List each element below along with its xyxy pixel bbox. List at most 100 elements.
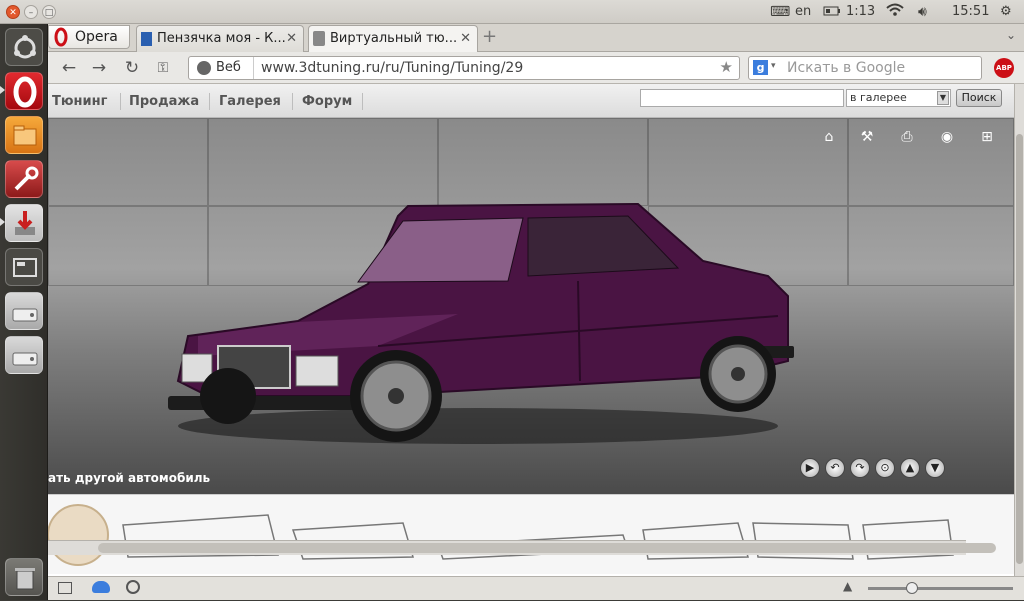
key-icon[interactable]: ⚿ — [152, 57, 174, 79]
browser-window: Opera Пензячка моя - К... ✕ Виртуальный … — [48, 24, 1024, 600]
car-stage[interactable]: ⌂ ⚒ ⎙ ◉ ⊞ ать другой автомобиль ▶ ↶ ↷ ⊙ … — [48, 118, 1014, 494]
vertical-scrollbar[interactable] — [1014, 84, 1024, 588]
search-engine-dropdown-icon[interactable]: ▾ — [771, 61, 776, 71]
play-icon[interactable]: ▶ — [800, 458, 820, 478]
battery-icon[interactable] — [823, 0, 841, 24]
wall-panel — [208, 118, 438, 206]
cloud-sync-icon[interactable] — [92, 581, 110, 593]
system-settings-icon[interactable] — [5, 160, 43, 198]
nav-link-sale[interactable]: Продажа — [129, 94, 199, 109]
tab-title: Пензячка моя - К... — [157, 31, 286, 46]
nav-divider — [120, 93, 121, 110]
files-folder-icon[interactable] — [5, 116, 43, 154]
bookmark-star-icon[interactable]: ★ — [720, 58, 733, 76]
wall-panel — [48, 118, 208, 206]
speed-dial-icon[interactable] — [126, 580, 140, 594]
zoom-slider-thumb[interactable] — [905, 582, 918, 594]
horizontal-scrollbar[interactable] — [48, 540, 996, 555]
tab-bar: Opera Пензячка моя - К... ✕ Виртуальный … — [48, 24, 1024, 52]
nav-link-tuning[interactable]: Тюнинг — [52, 94, 107, 109]
navigation-bar: ← → ↻ ⚿ Веб www.3dtuning.ru/ru/Tuning/Tu… — [48, 52, 1024, 84]
horizontal-scrollbar-thumb[interactable] — [98, 543, 996, 553]
camera-icon[interactable]: ◉ — [936, 128, 958, 146]
opera-launcher-icon[interactable] — [5, 72, 43, 110]
wheel-part-thumbnail — [48, 504, 109, 566]
new-tab-plus-icon[interactable]: + — [482, 26, 497, 47]
search-scope-value: в галерее — [850, 91, 907, 104]
tab-title: Виртуальный тю... — [330, 31, 458, 46]
status-bar: ▲ — [48, 576, 1024, 600]
volume-icon[interactable]: 🔊︎ — [918, 0, 927, 24]
window-close-button[interactable]: ✕ — [6, 5, 20, 19]
nav-link-forum[interactable]: Форум — [302, 94, 352, 109]
address-bar[interactable]: Веб www.3dtuning.ru/ru/Tuning/Tuning/29 … — [188, 56, 740, 80]
vertical-scrollbar-thumb[interactable] — [1016, 134, 1023, 564]
panel-toggle-icon[interactable] — [58, 582, 72, 594]
opera-logo-icon — [54, 27, 68, 47]
parts-strip — [48, 494, 1014, 574]
dash-home-icon[interactable] — [5, 28, 43, 66]
clock[interactable]: 15:51 — [952, 0, 989, 24]
rotate-left-icon[interactable]: ↶ — [825, 458, 845, 478]
tab-close-icon[interactable]: ✕ — [286, 26, 297, 51]
home-icon[interactable]: ⌂ — [818, 128, 840, 146]
keyboard-icon[interactable]: ⌨ — [770, 0, 790, 24]
sitemap-icon[interactable]: ⊞ — [976, 128, 998, 146]
nav-divider — [209, 93, 210, 110]
reset-icon[interactable]: ⊙ — [875, 458, 895, 478]
site-search-input[interactable] — [640, 89, 844, 107]
search-button[interactable]: Поиск — [956, 89, 1002, 107]
nav-divider — [292, 93, 293, 110]
drive-icon[interactable] — [5, 292, 43, 330]
parts-thumbnails[interactable] — [48, 495, 1014, 575]
window-minimize-button[interactable]: – — [24, 5, 38, 19]
installer-icon[interactable] — [5, 204, 43, 242]
tab-penzyachka[interactable]: Пензячка моя - К... ✕ — [136, 25, 304, 52]
wall-panel — [848, 206, 1014, 286]
nav-divider — [362, 93, 363, 110]
settings-gear-icon[interactable]: ⚙ — [1000, 0, 1012, 24]
back-button[interactable]: ← — [58, 57, 80, 79]
wrench-icon[interactable]: ⚒ — [856, 128, 878, 146]
reload-button[interactable]: ↻ — [121, 57, 143, 79]
chevron-down-icon[interactable]: ▼ — [937, 91, 949, 105]
adblock-button[interactable]: ABP — [994, 58, 1014, 78]
search-placeholder: Искать в Google — [787, 60, 906, 76]
web-page: Тюнинг Продажа Галерея Форум в галерее ▼… — [48, 84, 1014, 588]
launcher — [0, 24, 48, 600]
triangle-up-icon[interactable]: ▲ — [843, 579, 852, 593]
workspace-switcher-icon[interactable] — [5, 248, 43, 286]
upload-icon[interactable]: ▲ — [900, 458, 920, 478]
tab-3dtuning[interactable]: Виртуальный тю... ✕ — [308, 25, 478, 52]
battery-time[interactable]: 1:13 — [846, 0, 875, 24]
drive-icon[interactable] — [5, 336, 43, 374]
search-scope-select[interactable]: в галерее ▼ — [846, 89, 951, 107]
opera-menu-label: Opera — [75, 29, 118, 45]
select-car-link[interactable]: ать другой автомобиль — [48, 471, 210, 485]
printer-icon[interactable]: ⎙ — [896, 128, 918, 146]
forward-button[interactable]: → — [88, 57, 110, 79]
tab-favicon-icon — [313, 31, 325, 46]
tab-list-chevron-icon[interactable]: ⌄ — [1006, 28, 1016, 42]
address-url[interactable]: www.3dtuning.ru/ru/Tuning/Tuning/29 — [261, 60, 523, 76]
wall-panel — [438, 118, 648, 206]
nav-link-gallery[interactable]: Галерея — [219, 94, 281, 109]
car-model[interactable] — [158, 196, 808, 446]
window-maximize-button[interactable]: □ — [42, 5, 56, 19]
address-badge: Веб — [216, 60, 241, 75]
trash-icon[interactable] — [5, 558, 43, 596]
opera-menu-button[interactable]: Opera — [48, 25, 130, 49]
google-g-icon[interactable]: g — [753, 60, 768, 75]
keyboard-layout[interactable]: en — [795, 0, 811, 24]
wifi-icon[interactable] — [886, 0, 904, 24]
zoom-slider[interactable] — [868, 582, 1013, 594]
rotate-right-icon[interactable]: ↷ — [850, 458, 870, 478]
site-nav: Тюнинг Продажа Галерея Форум в галерее ▼… — [48, 84, 1014, 118]
globe-icon — [197, 61, 211, 75]
top-panel: ✕ – □ ⌨ en 1:13 🔊︎ 15:51 ⚙ — [0, 0, 1024, 24]
download-icon[interactable]: ▼ — [925, 458, 945, 478]
address-divider — [253, 57, 254, 79]
tab-close-icon[interactable]: ✕ — [460, 26, 471, 51]
search-box[interactable]: g ▾ Искать в Google — [748, 56, 982, 80]
tab-favicon-icon — [141, 32, 152, 46]
